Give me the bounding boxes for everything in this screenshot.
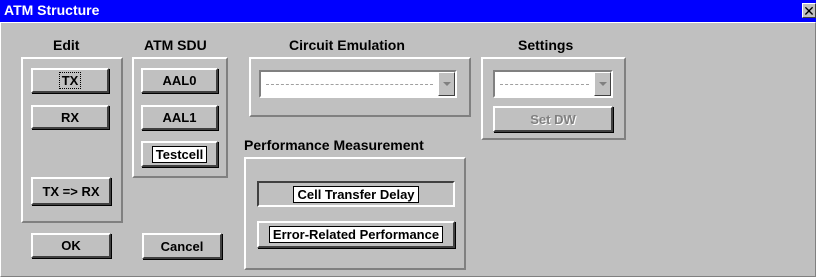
chevron-down-icon[interactable] bbox=[594, 72, 611, 96]
close-icon[interactable]: ✕ bbox=[802, 3, 816, 18]
tx-button-label: TX bbox=[58, 72, 82, 89]
error-related-performance-button[interactable]: Error-Related Performance bbox=[257, 221, 455, 248]
ok-button[interactable]: OK bbox=[31, 233, 111, 258]
dialog-body: Edit TX RX TX => RX ATM SDU AAL0 AAL1 Te… bbox=[0, 22, 816, 277]
testcell-button-label: Testcell bbox=[151, 145, 208, 163]
aal0-button-label: AAL0 bbox=[162, 73, 197, 88]
tx-to-rx-button[interactable]: TX => RX bbox=[31, 177, 111, 205]
circuit-emulation-select[interactable] bbox=[259, 70, 457, 98]
chevron-down-icon[interactable] bbox=[438, 72, 455, 96]
rx-button[interactable]: RX bbox=[31, 105, 109, 129]
ok-button-label: OK bbox=[61, 238, 81, 253]
settings-heading: Settings bbox=[518, 37, 574, 53]
cancel-button-label: Cancel bbox=[160, 238, 204, 254]
settings-select-value bbox=[500, 84, 589, 85]
title-bar: ATM Structure ✕ bbox=[0, 0, 816, 22]
tx-to-rx-button-label: TX => RX bbox=[42, 183, 100, 199]
atm-sdu-heading: ATM SDU bbox=[144, 37, 207, 53]
set-dw-button[interactable]: Set DW bbox=[493, 106, 613, 132]
performance-group bbox=[244, 157, 466, 270]
set-dw-button-label: Set DW bbox=[530, 111, 576, 127]
aal0-button[interactable]: AAL0 bbox=[141, 68, 218, 93]
rx-button-label: RX bbox=[60, 109, 80, 125]
edit-heading: Edit bbox=[53, 37, 80, 53]
performance-heading: Performance Measurement bbox=[244, 137, 424, 153]
aal1-button[interactable]: AAL1 bbox=[141, 105, 218, 130]
tx-button[interactable]: TX bbox=[31, 68, 109, 93]
error-related-performance-button-label: Error-Related Performance bbox=[268, 226, 444, 243]
circuit-emulation-select-value bbox=[266, 84, 433, 85]
testcell-button[interactable]: Testcell bbox=[141, 141, 218, 167]
cell-transfer-delay-button[interactable]: Cell Transfer Delay bbox=[257, 181, 455, 207]
cancel-button[interactable]: Cancel bbox=[142, 233, 222, 259]
window-title: ATM Structure bbox=[4, 2, 100, 18]
aal1-button-label: AAL1 bbox=[162, 110, 197, 125]
circuit-emulation-heading: Circuit Emulation bbox=[289, 37, 405, 53]
settings-select[interactable] bbox=[493, 70, 613, 98]
cell-transfer-delay-button-label: Cell Transfer Delay bbox=[293, 185, 419, 203]
